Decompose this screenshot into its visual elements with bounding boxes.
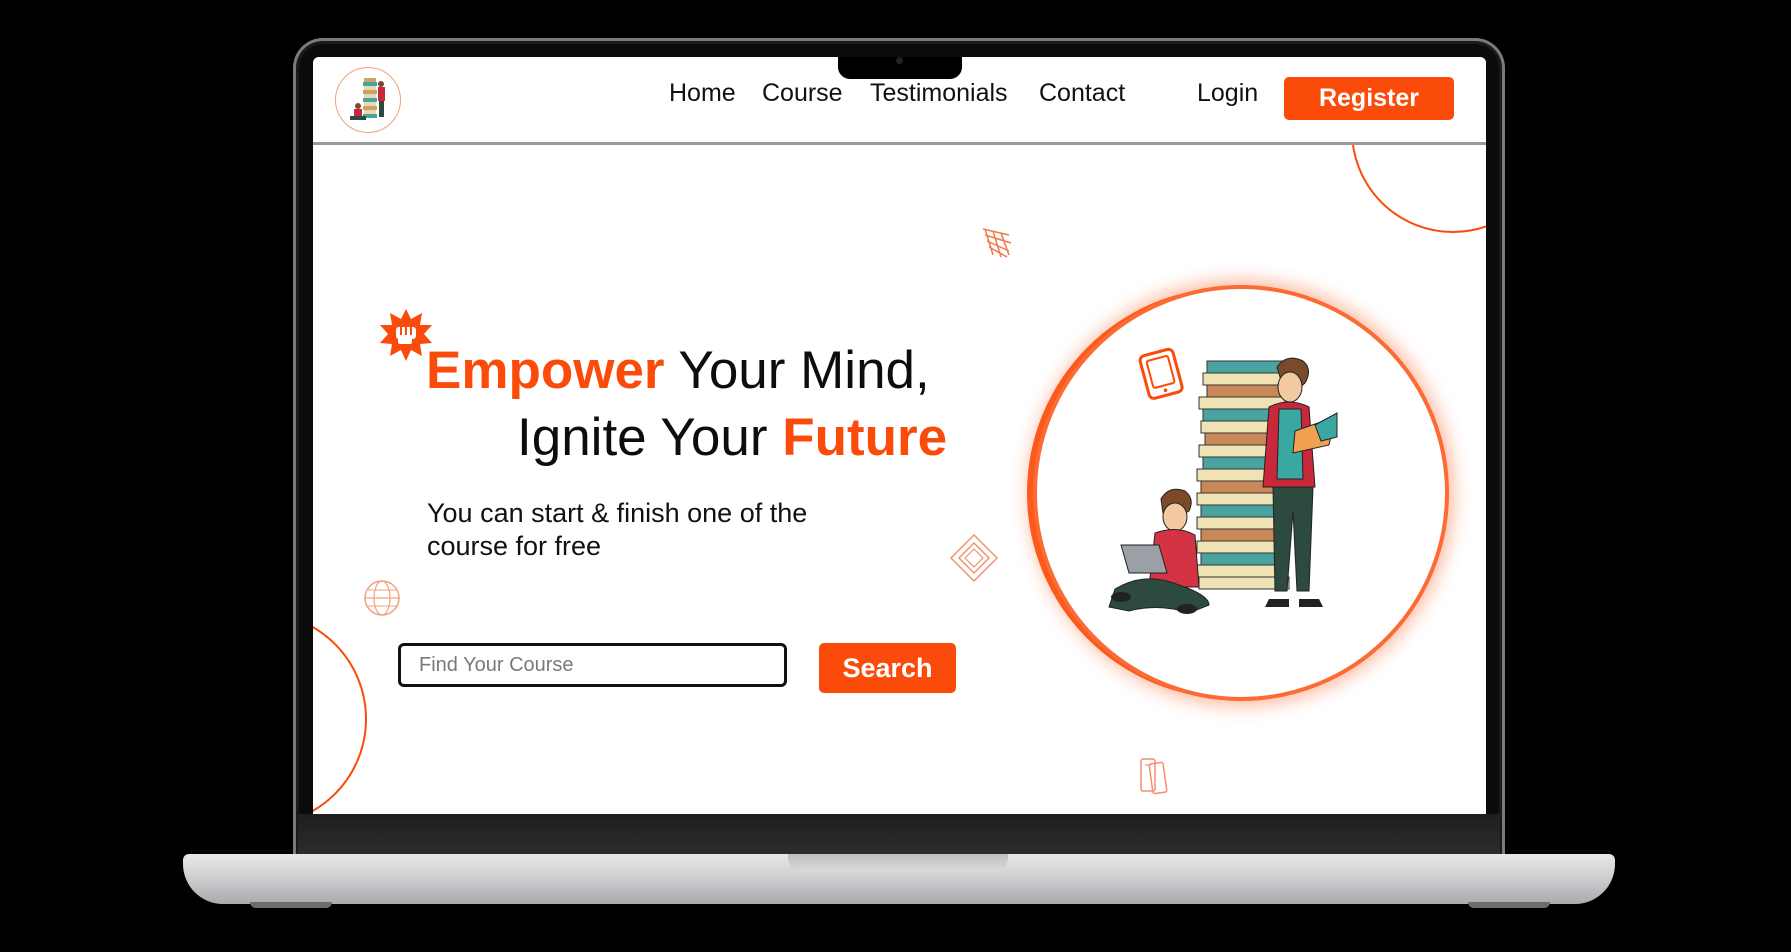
- hero-subtitle: You can start & finish one of the course…: [427, 498, 808, 561]
- globe-icon: [364, 580, 400, 616]
- books-icon: [1140, 758, 1168, 795]
- laptop-foot: [250, 902, 332, 908]
- laptop-opening-notch: [788, 854, 1008, 872]
- search-button[interactable]: Search: [819, 643, 956, 693]
- camera-notch: [838, 57, 962, 79]
- diamond-icon: [949, 533, 999, 583]
- course-search-input[interactable]: [398, 643, 787, 687]
- hero-title-text: Your Mind,: [664, 341, 930, 400]
- nav-home-link[interactable]: Home: [669, 79, 736, 108]
- students-reading-illustration: [1108, 347, 1338, 614]
- logo-icon[interactable]: [335, 67, 401, 133]
- hero-title-line1: Empower Your Mind,: [426, 340, 930, 402]
- nav-contact-link[interactable]: Contact: [1039, 79, 1125, 108]
- hero-title-text: Ignite Your: [517, 408, 783, 467]
- login-link[interactable]: Login: [1197, 79, 1258, 108]
- camera-icon: [896, 57, 903, 64]
- tablet-icon: [1138, 347, 1184, 400]
- hero-illustration: [1033, 285, 1449, 701]
- nav-testimonials-link[interactable]: Testimonials: [870, 79, 1008, 108]
- hero-title-highlight: Future: [782, 408, 948, 467]
- hero-title-line2: Ignite Your Future: [517, 407, 947, 469]
- doodle-icon: [982, 228, 1012, 258]
- register-button[interactable]: Register: [1284, 77, 1454, 120]
- website-screen: Home Course Testimonials Contact Login R…: [313, 57, 1486, 814]
- nav-course-link[interactable]: Course: [762, 79, 843, 108]
- laptop-hinge: [298, 814, 1500, 854]
- hero-title-highlight: Empower: [426, 341, 665, 400]
- decorative-ring: [313, 612, 367, 814]
- laptop-foot: [1468, 902, 1550, 908]
